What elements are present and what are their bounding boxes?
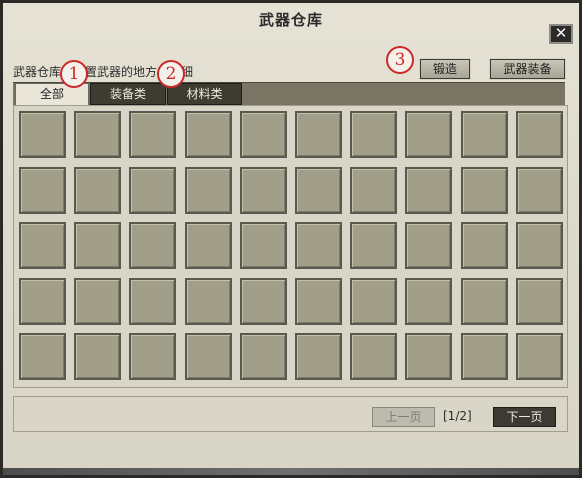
inventory-slot[interactable]: [185, 333, 232, 380]
inventory-slot[interactable]: [295, 111, 342, 158]
callout-marker: 1: [60, 60, 88, 88]
inventory-slot[interactable]: [350, 222, 397, 269]
inventory-slot[interactable]: [129, 111, 176, 158]
inventory-slot[interactable]: [19, 111, 66, 158]
inventory-slot[interactable]: [185, 278, 232, 325]
inventory-slot[interactable]: [350, 111, 397, 158]
inventory-slot[interactable]: [240, 278, 287, 325]
inventory-slot[interactable]: [185, 111, 232, 158]
inventory-slot[interactable]: [405, 278, 452, 325]
callout-marker: 3: [386, 46, 414, 74]
inventory-slot[interactable]: [129, 222, 176, 269]
inventory-slot[interactable]: [240, 167, 287, 214]
inventory-slot[interactable]: [19, 167, 66, 214]
prev-page-button[interactable]: 上一页: [372, 407, 435, 427]
weapon-equip-button[interactable]: 武器装备: [489, 58, 566, 80]
tab-equipment[interactable]: 装备类: [90, 83, 166, 105]
close-icon: ✕: [554, 24, 568, 42]
inventory-slot[interactable]: [74, 333, 121, 380]
inventory-slot[interactable]: [516, 278, 563, 325]
inventory-slot[interactable]: [295, 333, 342, 380]
inventory-slot[interactable]: [185, 222, 232, 269]
inventory-slot[interactable]: [240, 222, 287, 269]
inventory-slot[interactable]: [461, 111, 508, 158]
inventory-slot[interactable]: [185, 167, 232, 214]
pagination-bar: [13, 396, 568, 432]
window-title: 武器仓库: [258, 11, 323, 29]
inventory-slot[interactable]: [461, 333, 508, 380]
weapon-warehouse-window: 武器仓库 ✕ 武器仓库是放置武器的地方，详细 锻造 武器装备 全部 装备类 材料…: [0, 0, 582, 478]
inventory-slot[interactable]: [295, 167, 342, 214]
inventory-slot[interactable]: [350, 278, 397, 325]
page-indicator: [1/2]: [443, 409, 472, 423]
inventory-slot[interactable]: [516, 333, 563, 380]
bottom-frame-strip: [3, 468, 579, 475]
inventory-slot[interactable]: [516, 167, 563, 214]
forge-button[interactable]: 锻造: [419, 58, 471, 80]
inventory-slot[interactable]: [405, 167, 452, 214]
inventory-slot[interactable]: [19, 333, 66, 380]
inventory-slot[interactable]: [405, 333, 452, 380]
inventory-slot[interactable]: [74, 278, 121, 325]
close-button[interactable]: ✕: [549, 24, 573, 44]
inventory-slot[interactable]: [350, 167, 397, 214]
inventory-slot[interactable]: [19, 278, 66, 325]
inventory-slot[interactable]: [461, 167, 508, 214]
inventory-slot[interactable]: [240, 333, 287, 380]
inventory-slot[interactable]: [240, 111, 287, 158]
inventory-slot[interactable]: [129, 278, 176, 325]
inventory-slot[interactable]: [405, 111, 452, 158]
inventory-slot[interactable]: [405, 222, 452, 269]
next-page-button[interactable]: 下一页: [493, 407, 556, 427]
inventory-slot[interactable]: [295, 278, 342, 325]
inventory-slot[interactable]: [461, 222, 508, 269]
inventory-slot[interactable]: [461, 278, 508, 325]
inventory-slot[interactable]: [74, 222, 121, 269]
callout-marker: 2: [157, 60, 185, 88]
inventory-slot[interactable]: [516, 111, 563, 158]
inventory-slot[interactable]: [295, 222, 342, 269]
inventory-slot[interactable]: [516, 222, 563, 269]
inventory-slot[interactable]: [19, 222, 66, 269]
inventory-slot[interactable]: [129, 167, 176, 214]
inventory-grid: [13, 105, 568, 388]
inventory-slot[interactable]: [74, 111, 121, 158]
tab-materials[interactable]: 材料类: [167, 83, 242, 105]
inventory-slot[interactable]: [350, 333, 397, 380]
inventory-slot[interactable]: [74, 167, 121, 214]
inventory-slot[interactable]: [129, 333, 176, 380]
